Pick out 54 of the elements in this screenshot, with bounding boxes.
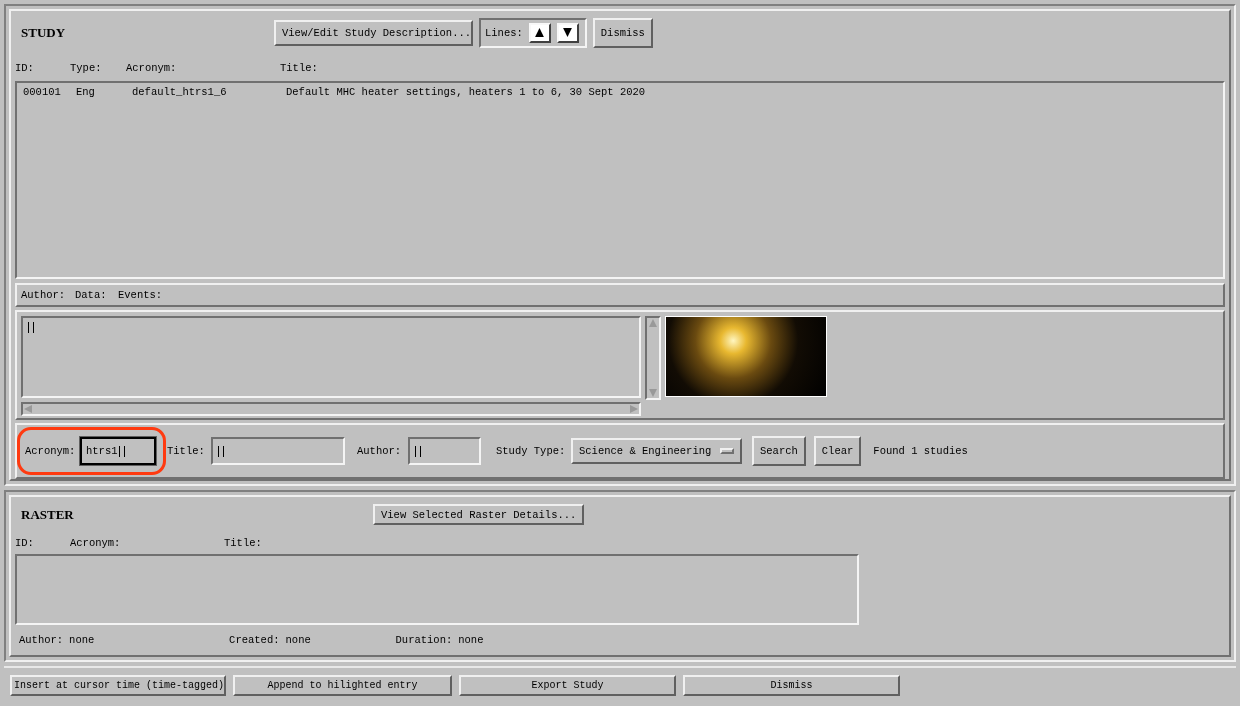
table-cell-text: Eng (76, 86, 96, 99)
field-label: Acronym: (25, 445, 77, 458)
table-cell: Default MHC heater settings, heaters 1 to 6, 30 Sept 2020 (286, 86, 646, 99)
horizontal-scrollbar[interactable] (21, 402, 641, 417)
clear-button[interactable]: Clear (813, 436, 862, 467)
scroll-down-arrow-icon[interactable] (648, 388, 658, 399)
column-header: Title: (224, 537, 262, 550)
scroll-right-arrow-icon[interactable] (629, 404, 639, 415)
search-field[interactable]: htrs1 (80, 437, 156, 466)
table-cell-text: default_htrs1_6 (132, 86, 228, 99)
search-field[interactable] (211, 437, 345, 466)
info-label: Created: (229, 634, 280, 647)
down-arrow-icon (562, 27, 574, 39)
lines-label: Lines: (485, 26, 523, 39)
text-cursor-icon (28, 322, 34, 334)
detail-label: Author: (21, 289, 67, 302)
action-button[interactable]: Export Study (459, 674, 676, 696)
column-header: ID: (15, 537, 35, 550)
table-cell-text: 000101 (23, 86, 62, 99)
up-arrow-icon (534, 27, 546, 39)
info-label: Duration: (395, 634, 453, 647)
vertical-scrollbar[interactable] (645, 316, 661, 401)
action-button[interactable]: Insert at cursor time (time-tagged) (10, 674, 226, 696)
search-field[interactable] (408, 437, 481, 466)
description-text-area[interactable] (21, 316, 641, 399)
study-row[interactable]: 000101 Eng default_htrs1_6 Default MHC heater settings, heaters 1 to 6, 30 Sept 2020 (21, 84, 1219, 100)
field-label: Title: (167, 445, 206, 458)
search-status: Found 1 studies (873, 445, 968, 458)
dismiss-button[interactable]: Dismiss (592, 17, 653, 48)
detail-label: Events: (118, 289, 164, 302)
info-value: none (458, 634, 485, 647)
view-raster-details-button[interactable]: View Selected Raster Details... (373, 504, 585, 526)
search-button[interactable]: Search (752, 436, 806, 467)
field-label: Author: (357, 445, 403, 458)
view-edit-description-button[interactable]: View/Edit Study Description... (274, 19, 473, 46)
info-value: none (285, 634, 312, 647)
info-value: none (69, 634, 96, 647)
section-title: RASTER (21, 506, 75, 523)
column-header: Acronym: (70, 537, 122, 550)
section-title: STUDY (21, 24, 67, 41)
detail-label: Data: (75, 289, 108, 302)
column-header: Title: (280, 61, 318, 74)
lines-down-button[interactable] (556, 22, 579, 43)
column-header: Type: (70, 61, 103, 74)
info-label: Author: (19, 634, 64, 647)
study-type-dropdown[interactable]: Science & Engineering (571, 438, 742, 465)
action-button[interactable]: Append to hilighted entry (233, 674, 452, 696)
lines-up-button[interactable] (528, 22, 551, 43)
scroll-left-arrow-icon[interactable] (23, 404, 33, 415)
column-header: ID: (15, 61, 35, 74)
column-header: Acronym: (126, 61, 178, 74)
study-type-label: Study Type: (496, 445, 567, 458)
action-button[interactable]: Dismiss (683, 674, 900, 696)
dropdown-indicator-icon (720, 448, 734, 455)
